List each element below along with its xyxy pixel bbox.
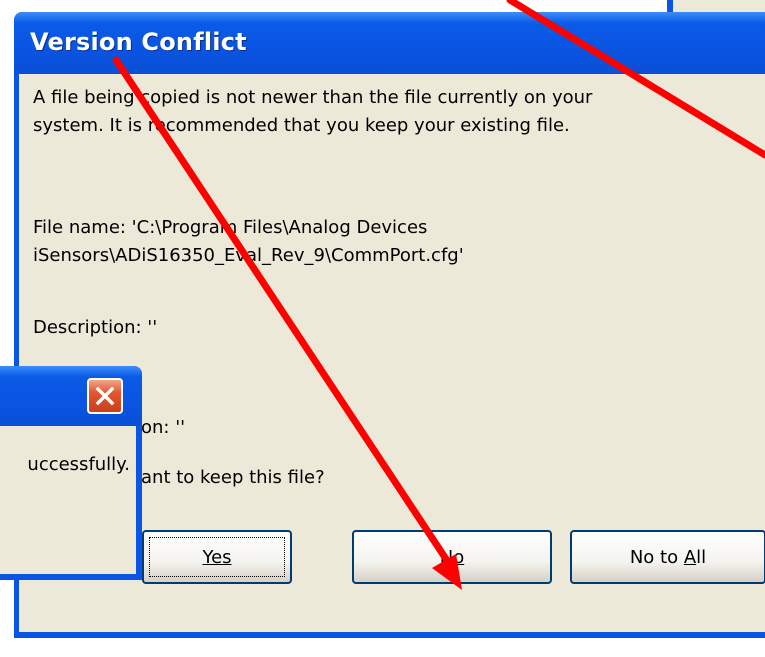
- completion-dialog-title-bar[interactable]: [0, 366, 142, 426]
- file-version: on: '': [141, 417, 186, 438]
- close-button[interactable]: [87, 378, 123, 414]
- file-description: Description: '': [33, 317, 158, 338]
- no-to-all-button-label: No to All: [630, 547, 706, 568]
- yes-button-focus-rect: [149, 537, 285, 577]
- no-to-all-prefix: No to: [629, 546, 684, 568]
- completion-dialog: uccessfully.: [0, 366, 142, 580]
- no-to-all-hotkey: A: [683, 546, 697, 568]
- no-to-all-button[interactable]: No to All: [570, 530, 765, 584]
- conflict-message-line-2: system. It is recommended that you keep …: [33, 115, 570, 136]
- yes-button[interactable]: Yes: [142, 530, 292, 584]
- no-to-all-suffix: ll: [696, 546, 707, 568]
- close-icon: [95, 386, 115, 406]
- completion-dialog-client: [0, 426, 136, 574]
- dialog-title: Version Conflict: [30, 28, 247, 56]
- no-button[interactable]: No: [352, 530, 552, 584]
- completion-message: uccessfully.: [27, 454, 130, 475]
- file-name-line-2: iSensors\ADiS16350_Eval_Rev_9\CommPort.c…: [33, 245, 464, 266]
- dialog-title-bar[interactable]: Version Conflict: [14, 12, 765, 74]
- keep-file-question: ant to keep this file?: [141, 467, 325, 488]
- conflict-message-line-1: A file being copied is not newer than th…: [33, 87, 593, 108]
- file-name-line-1: File name: 'C:\Program Files\Analog Devi…: [33, 217, 428, 238]
- no-button-label: No: [439, 546, 465, 568]
